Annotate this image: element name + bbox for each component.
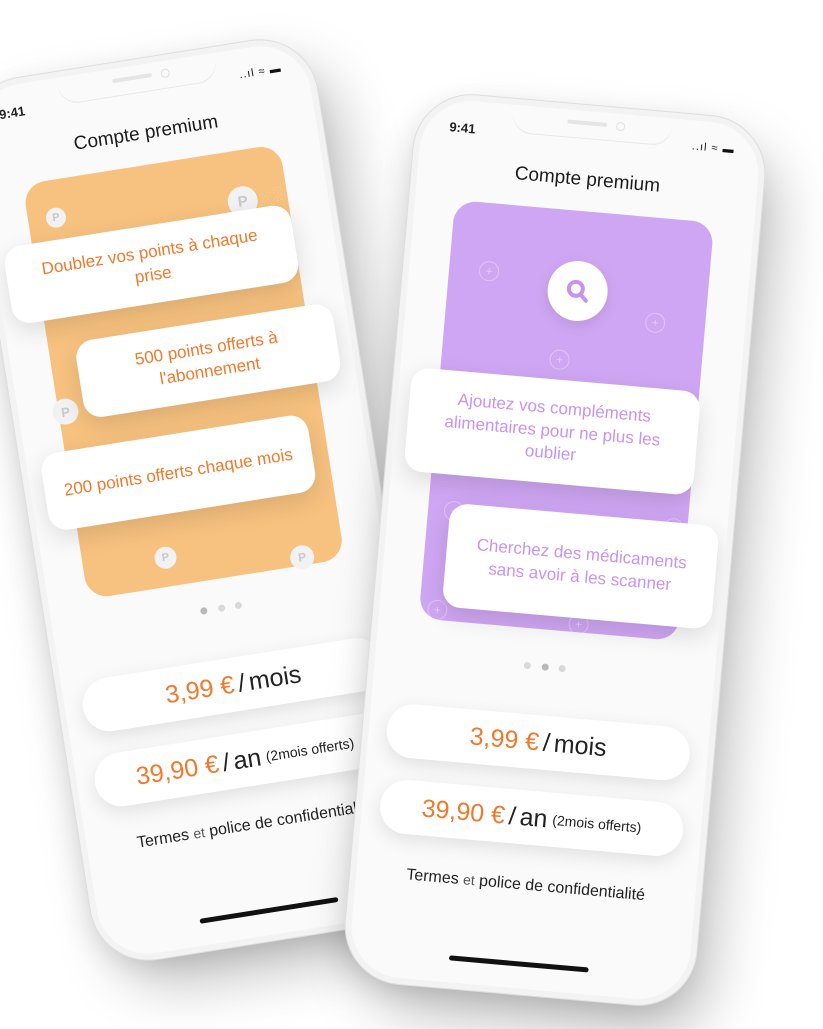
search-icon	[545, 258, 611, 324]
plus-pattern-icon: +	[548, 348, 571, 371]
monthly-unit: mois	[246, 659, 304, 696]
yearly-unit: an	[231, 742, 264, 775]
price-separator: /	[220, 747, 232, 777]
monthly-plan-button[interactable]: 3,99 € / mois	[384, 702, 692, 783]
carousel-dot[interactable]	[199, 606, 208, 615]
points-coin-icon: P	[288, 543, 316, 572]
carousel-dot[interactable]	[234, 601, 243, 610]
camera	[160, 68, 171, 79]
home-indicator[interactable]	[448, 955, 589, 973]
yearly-plan-button[interactable]: 39,90 € / an (2mois offerts)	[377, 777, 686, 859]
monthly-price: 3,99 €	[468, 721, 541, 756]
terms-text: Termes	[135, 826, 191, 852]
search-glyph-icon	[566, 279, 588, 303]
plus-pattern-icon: +	[426, 599, 449, 621]
status-time: 9:41	[0, 103, 27, 123]
terms-text: Termes	[405, 866, 460, 888]
carousel-dot[interactable]	[523, 661, 532, 670]
yearly-unit: an	[518, 802, 549, 833]
terms-link[interactable]: Termes et police de confidentialité	[355, 862, 695, 910]
yearly-price: 39,90 €	[420, 793, 507, 830]
speaker	[567, 119, 608, 127]
speaker	[112, 72, 153, 84]
carousel-dot[interactable]	[558, 664, 566, 673]
price-separator: /	[235, 668, 248, 698]
status-icons: ..ıl ≈ ▬	[691, 140, 736, 157]
points-coin-icon: P	[44, 206, 68, 230]
points-coin-icon: P	[50, 396, 81, 427]
notch	[56, 52, 219, 106]
page-title: Compte premium	[513, 163, 661, 197]
price-separator: /	[507, 801, 518, 831]
carousel-dot[interactable]	[217, 604, 226, 613]
status-time: 9:41	[448, 119, 477, 137]
camera	[615, 121, 626, 132]
home-indicator[interactable]	[199, 896, 339, 924]
privacy-text: police de confidentialité	[478, 872, 646, 905]
yearly-offer-note: (2mois offerts)	[264, 734, 356, 765]
yearly-offer-note: (2mois offerts)	[551, 811, 643, 836]
terms-connector: et	[192, 824, 207, 842]
terms-connector: et	[462, 871, 476, 889]
carousel-dot[interactable]	[540, 663, 549, 671]
plus-pattern-icon: +	[644, 312, 667, 334]
status-icons: ..ıl ≈ ▬	[238, 62, 283, 82]
notch	[511, 104, 674, 147]
points-coin-icon: P	[152, 545, 179, 571]
privacy-text: police de confidentialité	[207, 797, 375, 841]
monthly-unit: mois	[552, 729, 608, 762]
yearly-price: 39,90 €	[134, 749, 221, 791]
plus-pattern-icon: +	[478, 260, 500, 283]
carousel-indicator[interactable]	[375, 643, 715, 691]
phone-mockup-front: 9:41 ..ıl ≈ ▬ Compte premium + + + + + +…	[347, 96, 763, 1004]
price-separator: /	[541, 728, 552, 757]
monthly-price: 3,99 €	[163, 670, 237, 709]
